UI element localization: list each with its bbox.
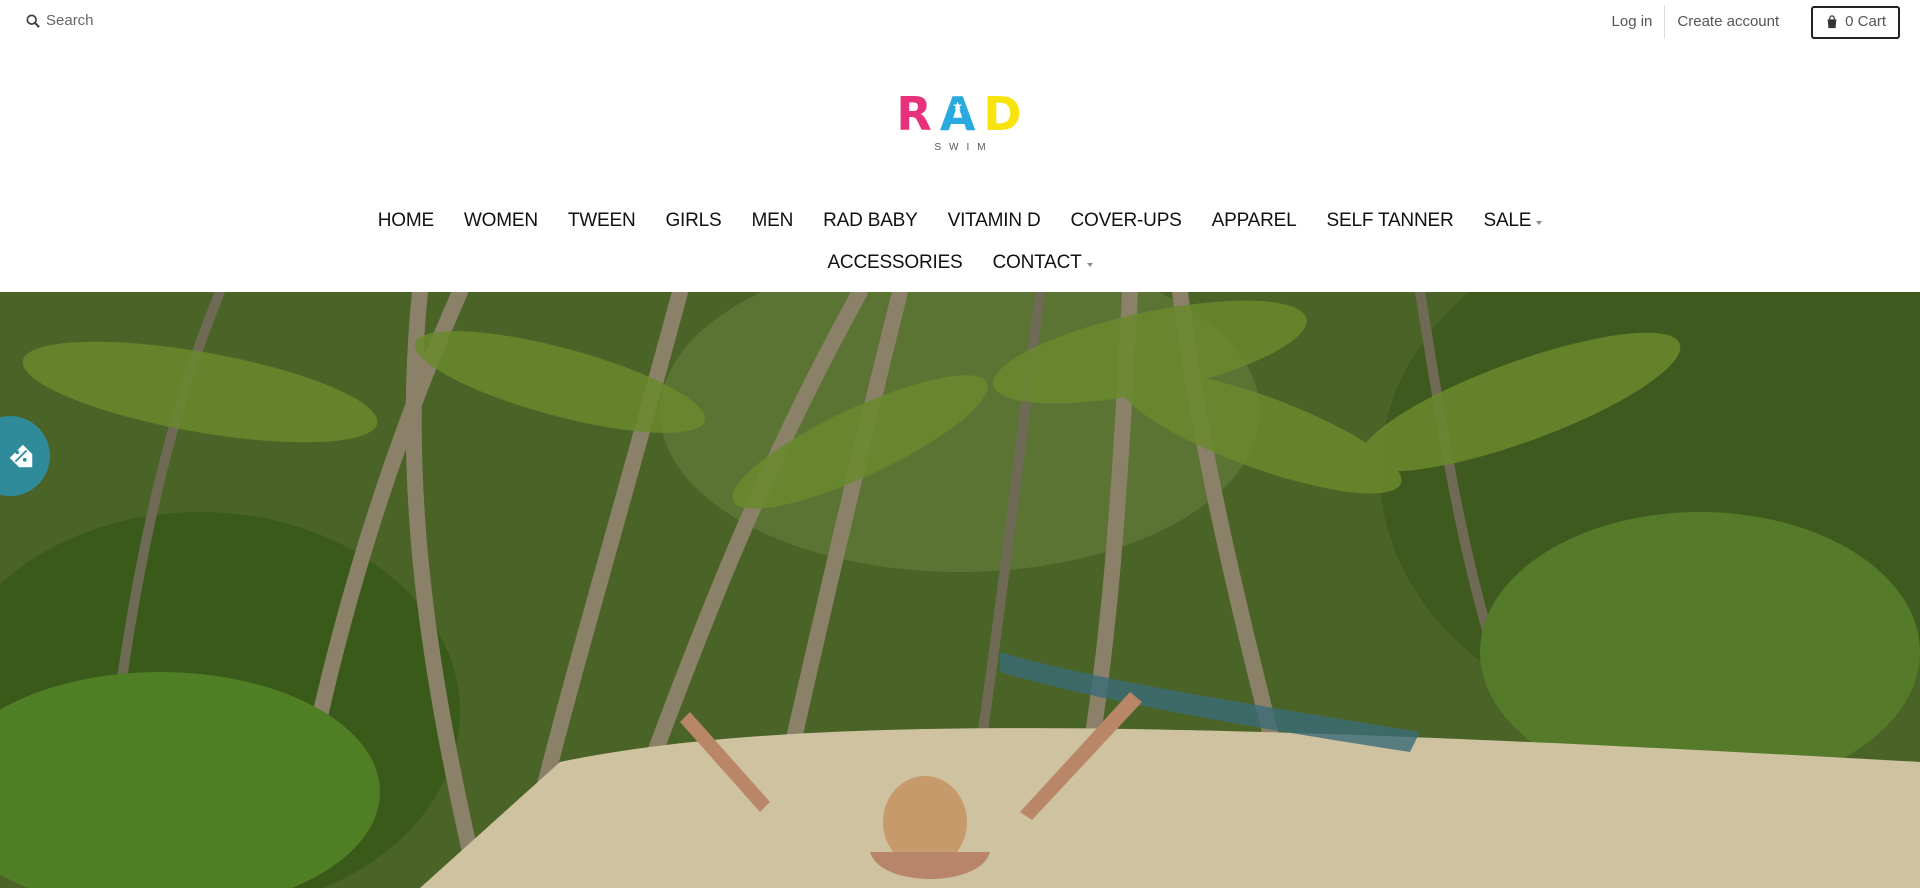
rad-swim-logo[interactable]: R A ★ D SWIM <box>896 87 1021 160</box>
chevron-down-icon <box>1536 221 1543 225</box>
search-field[interactable]: Search <box>26 12 94 29</box>
account-links: Log in Create account 0 Cart <box>1600 5 1900 39</box>
nav-item-self-tanner[interactable]: SELF TANNER <box>1312 210 1469 232</box>
logo-letters: R A ★ D <box>896 87 1021 141</box>
search-placeholder: Search <box>46 12 94 29</box>
top-bar: Search Log in Create account 0 Cart <box>0 0 1920 44</box>
shopping-bag-icon <box>1827 15 1837 29</box>
nav-item-sale[interactable]: SALE <box>1468 210 1557 232</box>
nav-item-contact[interactable]: CONTACT <box>978 252 1108 274</box>
nav-item-accessories[interactable]: ACCESSORIES <box>812 252 977 274</box>
nav-item-rad-baby[interactable]: RAD BABY <box>808 210 933 232</box>
nav-row-2: ACCESSORIES CONTACT <box>0 242 1920 284</box>
hero-image[interactable] <box>0 292 1920 888</box>
beach-palm-photo <box>0 292 1920 888</box>
percent-tag-icon <box>9 444 33 468</box>
logo-letter-r: R <box>896 87 934 141</box>
create-account-link[interactable]: Create account <box>1665 5 1791 39</box>
nav-item-girls[interactable]: GIRLS <box>650 210 736 232</box>
logo-letter-a: A ★ <box>939 87 978 141</box>
nav-item-home[interactable]: HOME <box>363 210 449 232</box>
nav-item-women[interactable]: WOMEN <box>449 210 553 232</box>
star-icon: ★ <box>952 99 965 113</box>
nav-item-men[interactable]: MEN <box>737 210 809 232</box>
nav-row-1: HOME WOMEN TWEEN GIRLS MEN RAD BABY VITA… <box>0 200 1920 242</box>
nav-item-cover-ups[interactable]: COVER-UPS <box>1055 210 1196 232</box>
search-icon <box>26 13 40 28</box>
login-link[interactable]: Log in <box>1600 5 1665 39</box>
nav-item-apparel[interactable]: APPAREL <box>1197 210 1312 232</box>
logo-letter-d: D <box>983 87 1024 141</box>
chevron-down-icon <box>1086 263 1093 267</box>
cart-button[interactable]: 0 Cart <box>1811 5 1900 39</box>
logo-subtitle: SWIM <box>934 142 994 153</box>
nav-item-tween[interactable]: TWEEN <box>553 210 651 232</box>
main-navigation: HOME WOMEN TWEEN GIRLS MEN RAD BABY VITA… <box>0 200 1920 284</box>
nav-item-vitamin-d[interactable]: VITAMIN D <box>933 210 1056 232</box>
cart-label: 0 Cart <box>1845 13 1886 30</box>
